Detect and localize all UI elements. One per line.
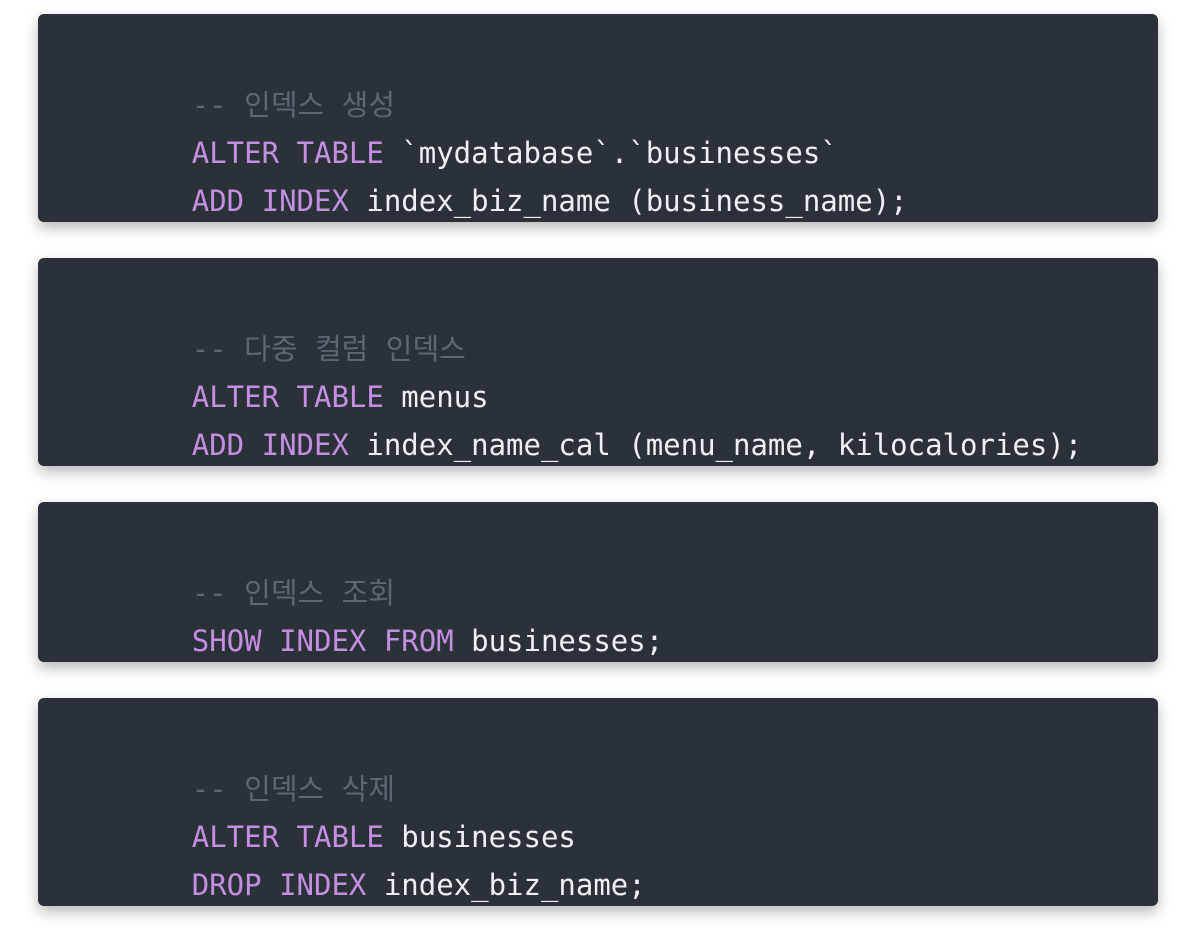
code-block-show-index[interactable]: -- 인덱스 조회 SHOW INDEX FROM businesses; [38,502,1158,662]
sql-identifier: businesses; [453,624,664,658]
code-block-drop-index[interactable]: -- 인덱스 삭제 ALTER TABLE businesses DROP IN… [38,698,1158,906]
code-line: SHOW INDEX FROM businesses; [87,587,663,658]
code-snippets-page: -- 인덱스 생성 ALTER TABLE `mydatabase`.`busi… [0,0,1178,946]
code-line-comment: -- 인덱스 조회 [87,539,395,610]
sql-keyword: SHOW INDEX FROM [191,624,454,658]
code-line: ALTER TABLE `mydatabase`.`businesses` [87,99,838,170]
code-line-comment: -- 인덱스 생성 [87,51,395,122]
code-block-multi-column-index[interactable]: -- 다중 컬럼 인덱스 ALTER TABLE menus ADD INDEX… [38,258,1158,466]
sql-identifier: index_name_cal (menu_name, kilocalories)… [348,428,1083,462]
sql-keyword: ADD INDEX [191,428,349,462]
code-line: ALTER TABLE menus [87,343,489,414]
sql-keyword: DROP INDEX [191,868,367,902]
sql-keyword: ADD INDEX [191,184,349,218]
code-line-comment: -- 인덱스 삭제 [87,735,395,806]
code-line: DROP INDEX index_biz_name; [87,831,646,902]
sql-identifier: index_biz_name; [366,868,646,902]
code-line-comment: -- 다중 컬럼 인덱스 [87,295,466,366]
code-block-create-index[interactable]: -- 인덱스 생성 ALTER TABLE `mydatabase`.`busi… [38,14,1158,222]
code-line: ALTER TABLE businesses [87,783,576,854]
code-line: ADD INDEX index_biz_name (business_name)… [87,147,908,218]
code-line: ADD INDEX index_name_cal (menu_name, kil… [87,391,1082,462]
sql-identifier: index_biz_name (business_name); [348,184,908,218]
